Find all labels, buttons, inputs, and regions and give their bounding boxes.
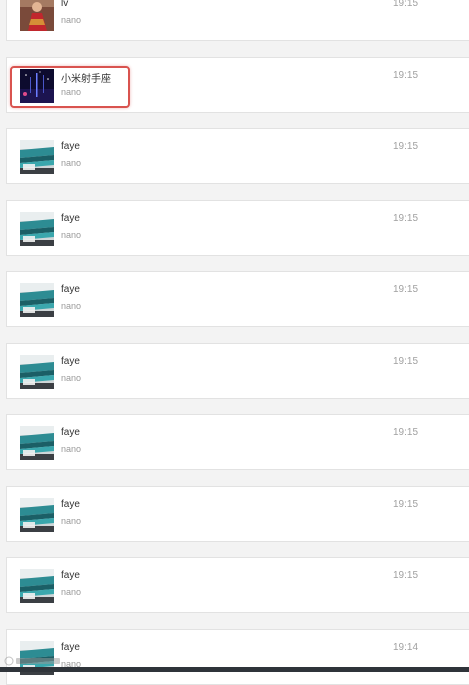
- night-sky-photo-avatar: [20, 68, 54, 103]
- chat-name: 小米射手座: [61, 73, 111, 85]
- teal-room-photo-avatar: [20, 140, 54, 174]
- chat-list-item[interactable]: faye nano 19:15: [6, 485, 469, 542]
- teal-room-photo-avatar-image: [20, 211, 54, 246]
- teal-room-photo-avatar: [20, 569, 54, 603]
- bottom-bar: [0, 667, 469, 672]
- chat-preview: nano: [61, 444, 82, 454]
- chat-time: 19:14: [393, 641, 419, 653]
- teal-room-photo-avatar: [20, 211, 54, 246]
- teal-room-photo-avatar-image: [20, 497, 54, 532]
- chat-name: faye: [61, 641, 80, 653]
- chat-preview: nano: [61, 301, 82, 311]
- chat-list-item[interactable]: faye nano 19:15: [6, 199, 469, 256]
- chat-time: 19:15: [393, 212, 419, 224]
- night-sky-photo-avatar-image: [20, 68, 54, 103]
- teal-room-photo-avatar: [20, 354, 54, 389]
- chat-list-item[interactable]: faye nano 19:15: [6, 557, 469, 613]
- teal-room-photo-avatar: [20, 426, 54, 460]
- chat-list-item[interactable]: faye nano 19:15: [6, 342, 469, 399]
- teal-room-photo-avatar-image: [20, 140, 54, 174]
- teal-room-photo-avatar-image: [20, 569, 54, 603]
- chat-name: faye: [61, 141, 80, 152]
- chat-preview: nano: [61, 515, 82, 526]
- chat-time: 19:15: [393, 355, 419, 367]
- watermark-icon: [4, 656, 60, 666]
- red-dress-photo-avatar-image: [20, 0, 54, 31]
- chat-name: faye: [61, 498, 80, 510]
- chat-list-item[interactable]: faye nano 19:15: [6, 128, 469, 184]
- chat-name: lv: [61, 0, 69, 9]
- teal-room-photo-avatar: [20, 283, 54, 317]
- chat-list-item[interactable]: faye nano 19:15: [6, 414, 469, 470]
- chat-list-item[interactable]: faye nano 19:15: [6, 271, 469, 327]
- chat-name: faye: [61, 355, 80, 367]
- chat-preview: nano: [61, 15, 82, 25]
- chat-preview: nano: [61, 86, 82, 97]
- chat-time: 19:15: [393, 69, 419, 81]
- chat-name: faye: [61, 427, 80, 438]
- chat-list-item[interactable]: 小米射手座 nano 19:15: [6, 56, 469, 113]
- chat-name: faye: [61, 212, 80, 224]
- chat-time: 19:15: [393, 570, 419, 581]
- chat-time: 19:15: [393, 141, 419, 152]
- chat-name: faye: [61, 570, 80, 581]
- chat-list-item[interactable]: lv nano 19:15: [6, 0, 469, 41]
- teal-room-photo-avatar-image: [20, 283, 54, 317]
- teal-room-photo-avatar-image: [20, 426, 54, 460]
- red-dress-photo-avatar: [20, 0, 54, 31]
- chat-preview: nano: [61, 229, 82, 240]
- teal-room-photo-avatar-image: [20, 354, 54, 389]
- chat-preview: nano: [61, 587, 82, 597]
- chat-list-item[interactable]: faye nano 19:14: [6, 628, 469, 685]
- chat-time: 19:15: [393, 427, 419, 438]
- chat-preview: nano: [61, 372, 82, 383]
- chat-time: 19:15: [393, 0, 419, 9]
- chat-name: faye: [61, 284, 80, 295]
- teal-room-photo-avatar: [20, 497, 54, 532]
- chat-time: 19:15: [393, 498, 419, 510]
- chat-preview: nano: [61, 158, 82, 168]
- chat-time: 19:15: [393, 284, 419, 295]
